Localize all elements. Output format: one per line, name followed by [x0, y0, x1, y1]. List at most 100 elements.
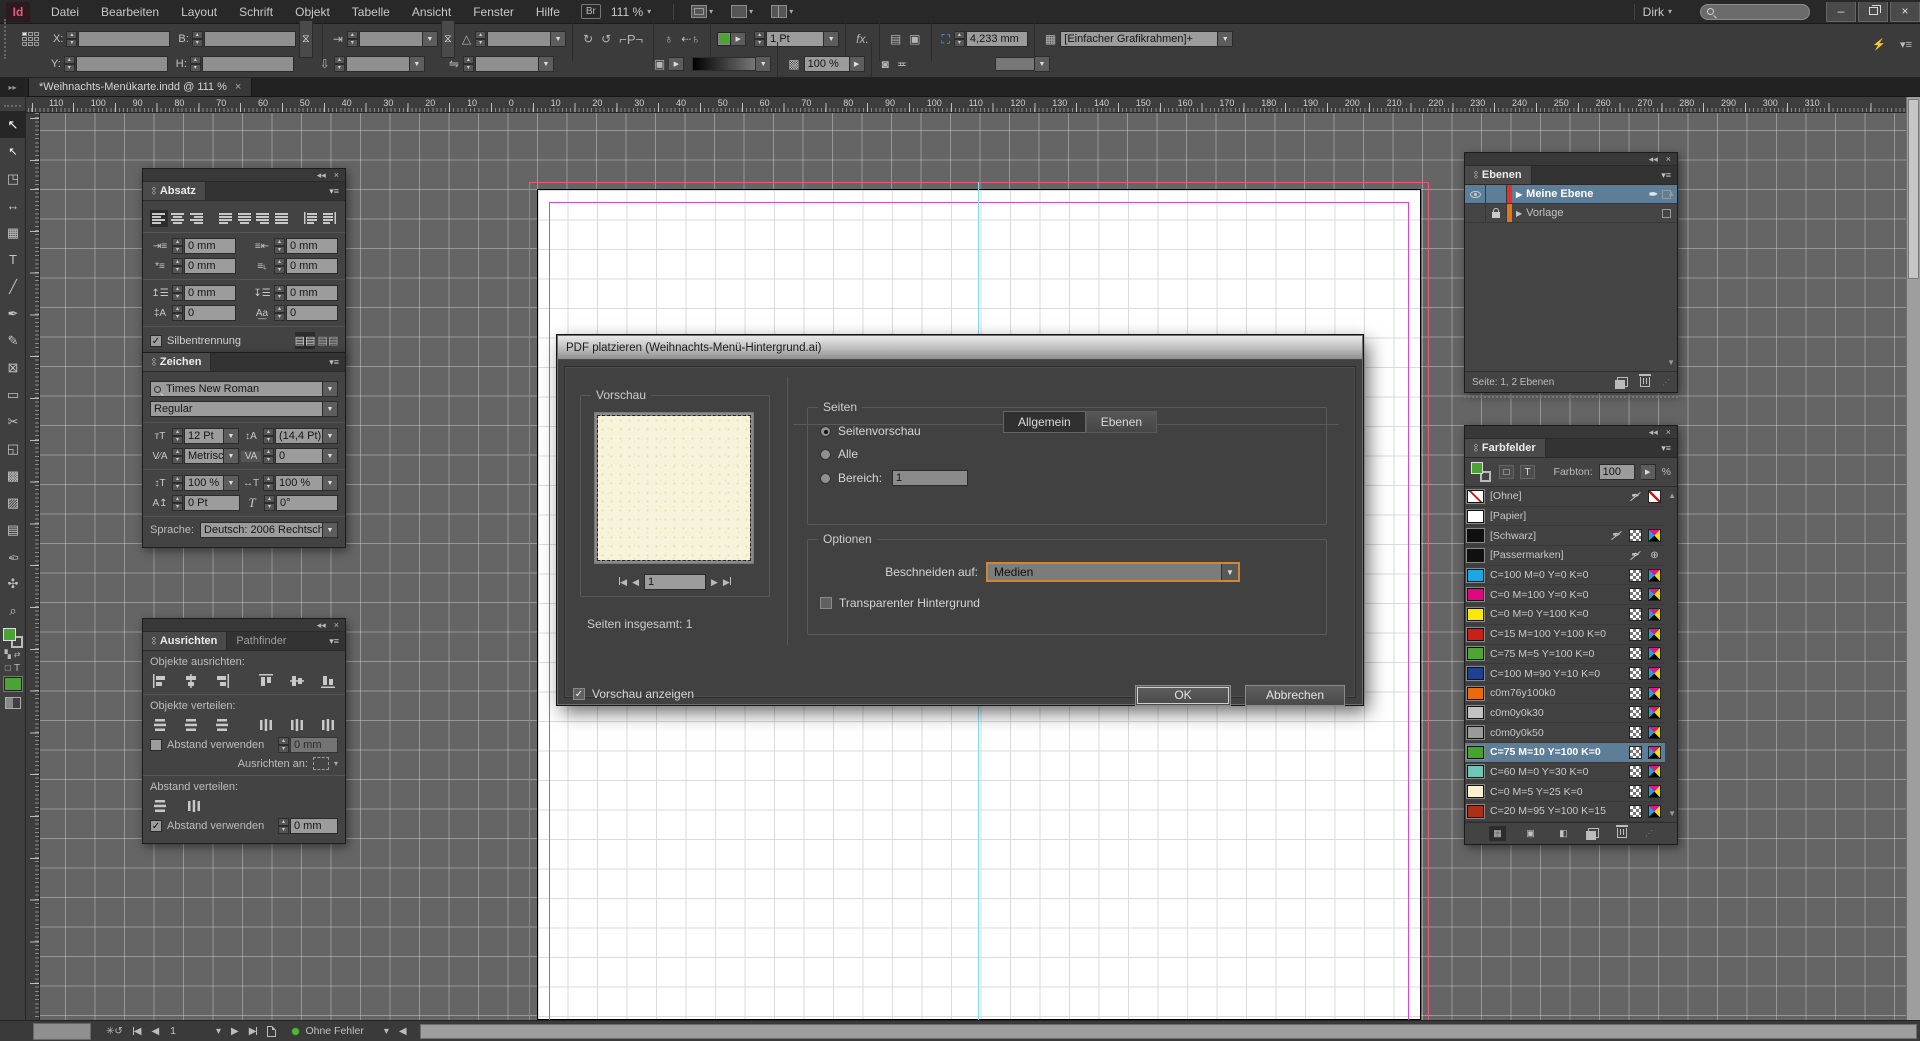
align-to-icon[interactable]: [313, 757, 329, 770]
panel-menu-icon[interactable]: ▾≡: [323, 353, 345, 371]
note-tool[interactable]: ▤: [0, 516, 26, 543]
spacing-stepper[interactable]: ▴▾: [278, 737, 289, 753]
formatting-text-icon[interactable]: T: [1520, 465, 1535, 479]
shear-field[interactable]: [346, 56, 410, 72]
first-page-icon[interactable]: ◀: [619, 577, 627, 588]
swatch-row[interactable]: c0m76y100k0: [1465, 684, 1665, 704]
new-layer-icon[interactable]: [1617, 377, 1628, 387]
b-field[interactable]: [204, 31, 296, 47]
swap-fill-stroke-icon[interactable]: ⇄: [14, 650, 21, 659]
page-number-value[interactable]: 1: [170, 1025, 176, 1037]
radio-seitenvorschau[interactable]: [820, 426, 831, 437]
language-field[interactable]: Deutsch: 2006 Rechtschreibr...: [200, 522, 323, 538]
justify-last-left-icon[interactable]: [216, 210, 234, 227]
vertical-ruler[interactable]: [26, 113, 40, 1020]
next-page-icon[interactable]: ▶: [231, 1026, 239, 1037]
layer-lock-toggle[interactable]: [1486, 185, 1507, 203]
corner-options-icon[interactable]: ▦: [1045, 32, 1056, 46]
spacing2-field[interactable]: 0 mm: [290, 818, 338, 834]
indent-right-field[interactable]: 0 mm: [286, 238, 338, 254]
y-field[interactable]: [76, 56, 168, 72]
last-page-icon[interactable]: ▶: [723, 577, 731, 588]
restore-button[interactable]: [1858, 2, 1888, 22]
flip-dropdown[interactable]: ▼: [539, 56, 554, 72]
collapse-panel-icon[interactable]: ◂◂: [317, 170, 326, 181]
search-input[interactable]: [1700, 4, 1810, 20]
align-top-icon[interactable]: ◙: [882, 57, 889, 71]
next-page-icon[interactable]: ▶: [711, 577, 718, 588]
font-size-dropdown[interactable]: ▼: [224, 428, 239, 444]
new-swatch-icon[interactable]: [1588, 828, 1599, 838]
rotate-ccw-icon[interactable]: ↺: [601, 32, 611, 46]
quick-apply-icon[interactable]: ⚡: [1872, 38, 1886, 51]
bridge-button[interactable]: Br: [581, 4, 601, 19]
bereich-field[interactable]: 1: [892, 470, 968, 486]
effects-icon[interactable]: fx.: [856, 32, 869, 46]
space-after-stepper[interactable]: ▴▾: [274, 285, 285, 301]
horizontal-ruler[interactable]: 1101009080706050403020100102030405060708…: [26, 97, 1906, 113]
minimize-button[interactable]: –: [1826, 2, 1856, 22]
corner-shape-arrow[interactable]: ▼: [1035, 56, 1050, 72]
align-objects-right-icon[interactable]: [212, 672, 232, 689]
delete-layer-icon[interactable]: [1640, 377, 1650, 387]
direct-selection-tool[interactable]: ↖: [0, 138, 26, 165]
tint-slider-icon[interactable]: ▶: [1641, 464, 1656, 480]
leading-stepper[interactable]: ▴▾: [263, 428, 274, 444]
align-bottom-icon[interactable]: ≖: [897, 57, 907, 71]
menu-bearbeiten[interactable]: Bearbeiten: [90, 0, 170, 24]
font-style-field[interactable]: Regular: [150, 401, 323, 417]
crop-to-select[interactable]: Medien ▼: [986, 562, 1240, 582]
drop-cap-lines-stepper[interactable]: ▴▾: [172, 305, 183, 321]
flip-field[interactable]: [475, 56, 539, 72]
distribute-hcenter-icon[interactable]: [287, 716, 307, 733]
stroke-box-icon[interactable]: ▣: [654, 57, 665, 71]
transparent-bg-checkbox[interactable]: [820, 597, 832, 609]
baseline-shift-stepper[interactable]: ▴▾: [172, 495, 183, 511]
align-center-icon[interactable]: [169, 210, 187, 227]
radio-bereich[interactable]: [820, 473, 831, 484]
spacing2-stepper[interactable]: ▴▾: [278, 818, 289, 834]
vertical-scrollbar[interactable]: [1906, 97, 1920, 1020]
align-objects-top-icon[interactable]: [256, 672, 276, 689]
free-transform-tool[interactable]: ◱: [0, 435, 26, 462]
type-tool[interactable]: T: [0, 246, 26, 273]
close-tab-icon[interactable]: ×: [235, 81, 241, 93]
justify-all-icon[interactable]: [273, 210, 291, 227]
opacity-field[interactable]: 100 %: [804, 56, 850, 72]
layer-lock-toggle[interactable]: [1486, 204, 1507, 222]
zoom-tool[interactable]: ⌕: [0, 597, 26, 624]
rotation-dropdown[interactable]: ▼: [551, 31, 566, 47]
distribute-vcenter-icon[interactable]: [181, 716, 201, 733]
align-objects-vcenter-icon[interactable]: [287, 672, 307, 689]
layer-row[interactable]: ▶Vorlage: [1465, 204, 1677, 223]
formatting-text-icon[interactable]: T: [14, 663, 20, 674]
h-stepper[interactable]: ▴▾: [190, 56, 201, 72]
menu-layout[interactable]: Layout: [170, 0, 228, 24]
corner-radius-stepper[interactable]: ▴▾: [954, 31, 965, 47]
align-left-icon[interactable]: [150, 210, 168, 227]
line-tool[interactable]: ╱: [0, 273, 26, 300]
screen-mode-button[interactable]: [5, 697, 21, 709]
page-dropdown-icon[interactable]: ▾: [216, 1026, 221, 1037]
last-line-indent-field[interactable]: 0 mm: [286, 258, 338, 274]
scrollbar-thumb[interactable]: [1908, 99, 1919, 279]
panel-menu-icon[interactable]: ▾≡: [1900, 38, 1912, 51]
shading-on-icon[interactable]: ▤▤: [295, 332, 315, 349]
stroke-type-dropdown[interactable]: [692, 57, 756, 71]
horizontal-scale-field[interactable]: 100 %: [275, 475, 323, 491]
swatch-row[interactable]: C=100 M=90 Y=10 K=0: [1465, 664, 1665, 684]
gap-tool[interactable]: ↔: [0, 192, 26, 219]
drop-cap-chars-field[interactable]: 0: [286, 305, 338, 321]
fill-dropdown[interactable]: ▶: [731, 32, 746, 46]
first-line-indent-stepper[interactable]: ▴▾: [172, 258, 183, 274]
scroll-left-icon[interactable]: ◀: [399, 1026, 407, 1037]
font-family-dropdown[interactable]: ▼: [323, 381, 338, 397]
collapse-panel-icon[interactable]: ◂◂: [1649, 154, 1658, 165]
apply-color-button[interactable]: [4, 677, 22, 691]
collapse-panel-icon[interactable]: ◂◂: [1649, 427, 1658, 438]
tab-zeichen[interactable]: ◇◇Zeichen: [143, 353, 211, 371]
swatch-row[interactable]: C=0 M=5 Y=25 K=0: [1465, 782, 1665, 802]
first-page-icon[interactable]: ◀: [133, 1026, 142, 1037]
prev-page-icon[interactable]: ◀: [632, 577, 639, 588]
object-style-dropdown[interactable]: ▼: [1218, 31, 1233, 47]
